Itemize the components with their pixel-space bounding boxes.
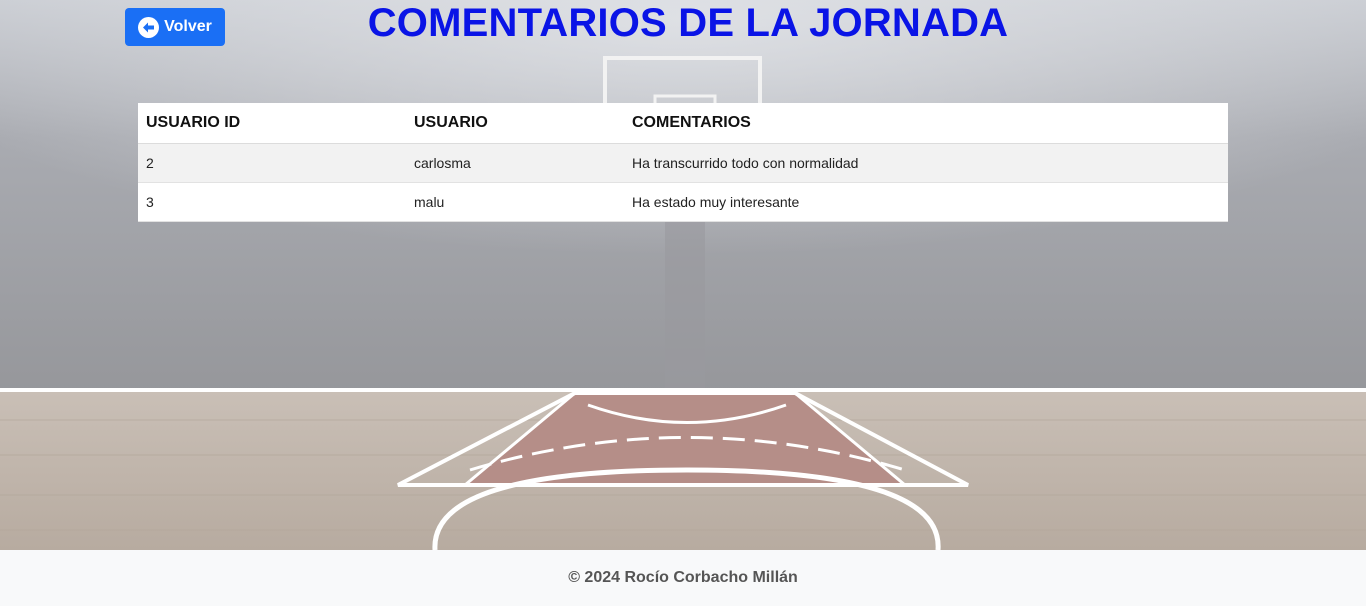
cell-user-id: 2 xyxy=(138,143,406,183)
cell-comment: Ha estado muy interesante xyxy=(624,182,1228,222)
cell-user: malu xyxy=(406,182,624,222)
copyright-text: © 2024 Rocío Corbacho Millán xyxy=(568,569,798,586)
column-header-user-id: USUARIO ID xyxy=(138,103,406,144)
page-title: COMENTARIOS DE LA JORNADA xyxy=(367,1,1009,45)
table-row: 3 malu Ha estado muy interesante xyxy=(138,182,1228,222)
cell-user-id: 3 xyxy=(138,182,406,222)
table-header-row: USUARIO ID USUARIO COMENTARIOS xyxy=(138,103,1228,144)
column-header-comments: COMENTARIOS xyxy=(624,103,1228,144)
table-row: 2 carlosma Ha transcurrido todo con norm… xyxy=(138,143,1228,183)
background-image xyxy=(0,0,1366,550)
column-header-user: USUARIO xyxy=(406,103,624,144)
cell-user: carlosma xyxy=(406,143,624,183)
comments-table: USUARIO ID USUARIO COMENTARIOS 2 carlosm… xyxy=(138,103,1228,222)
cell-comment: Ha transcurrido todo con normalidad xyxy=(624,143,1228,183)
footer: © 2024 Rocío Corbacho Millán xyxy=(0,550,1366,606)
